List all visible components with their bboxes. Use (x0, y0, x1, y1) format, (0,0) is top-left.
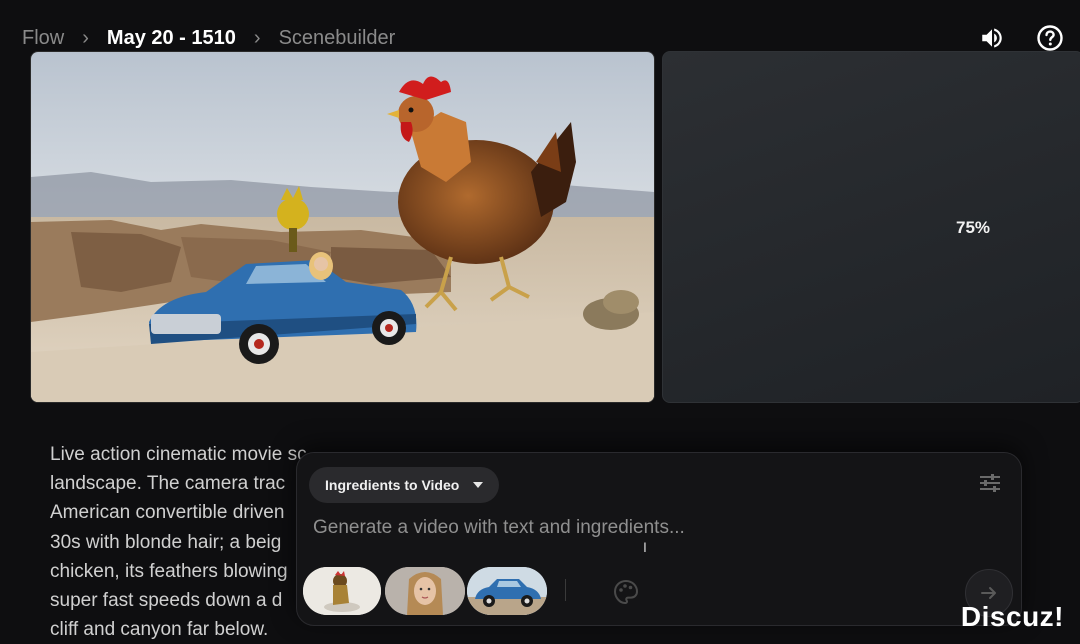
caret-down-icon (473, 482, 484, 488)
mode-dropdown[interactable]: Ingredients to Video (309, 467, 500, 503)
volume-icon[interactable] (978, 24, 1006, 52)
breadcrumb-project[interactable]: May 20 - 1510 (107, 27, 236, 50)
palette-icon[interactable] (613, 579, 639, 610)
tune-icon[interactable] (979, 473, 1001, 498)
progress-percentage: 75% (956, 218, 991, 237)
divider (565, 579, 566, 601)
text-cursor-icon: I (643, 539, 647, 555)
ingredient-woman-portrait[interactable] (385, 567, 465, 615)
prompt-composer: Ingredients to Video I (296, 452, 1022, 626)
chevron-right-icon: › (253, 26, 261, 49)
chevron-right-icon: › (82, 26, 89, 49)
prompt-input[interactable] (313, 517, 913, 539)
video-clip-generating: 75% (662, 51, 1080, 403)
breadcrumb-flow[interactable]: Flow (22, 27, 64, 50)
arrow-right-icon (981, 587, 996, 599)
mode-dropdown-label: Ingredients to Video (325, 477, 460, 493)
ingredient-rooster[interactable] (303, 567, 381, 615)
help-icon[interactable] (1036, 24, 1064, 52)
ingredient-blue-car[interactable] (467, 567, 547, 615)
watermark: Discuz! (960, 601, 1064, 632)
breadcrumb-scenebuilder: Scenebuilder (278, 26, 396, 49)
breadcrumb: Flow › May 20 - 1510 › Scenebuilder (22, 24, 395, 52)
scene-image (31, 52, 654, 402)
video-clip-thumbnail[interactable] (30, 51, 655, 403)
